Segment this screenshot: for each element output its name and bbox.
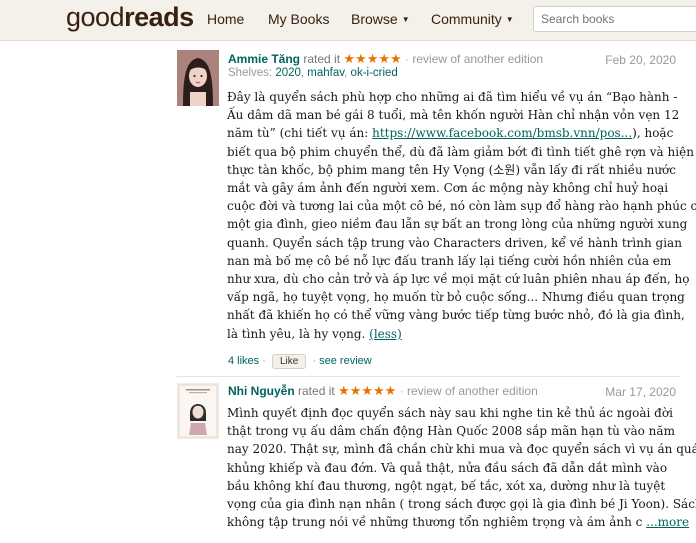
review-line: khủng khiếp và đau đớn. Và quả thật, nửa… <box>227 460 668 475</box>
rated-text: rated it <box>303 52 341 66</box>
see-review-link[interactable]: see review <box>319 355 372 367</box>
chevron-down-icon: ▼ <box>505 15 514 24</box>
chevron-down-icon: ▼ <box>401 15 410 24</box>
review-line: thật trong vụ ấu dâm chấn động Hàn Quốc … <box>227 424 675 439</box>
shelf-link[interactable]: 2020 <box>275 67 301 79</box>
review-line: nhất đã khiến họ có thể vững vàng bước t… <box>227 308 685 323</box>
review-date[interactable]: Feb 20, 2020 <box>605 53 676 67</box>
review-line: vọng của gia đình nạn nhân ( trong sách … <box>227 497 696 512</box>
review-line: như xưa, dù cho cản trở và áp lực về mọi… <box>227 272 690 287</box>
separator: · <box>312 355 317 367</box>
review-line: Đây là quyển sách phù hợp cho những ai đ… <box>227 90 678 104</box>
rated-text: rated it <box>298 384 335 398</box>
review-line: thực tàn khốc, bộ phim mang tên Hy Vọng … <box>227 162 676 177</box>
review-line: biết qua bộ phim chuyển thể, dù đã làm g… <box>227 144 694 159</box>
reviewer-name[interactable]: Ammie Tăng <box>228 52 300 66</box>
logo-light-text: good <box>66 2 125 32</box>
review-line-text: ), hoặc <box>632 126 674 141</box>
avatar[interactable] <box>177 383 219 439</box>
shelves-row: Shelves: 2020, mahfav, ok-i-cried <box>228 67 398 79</box>
less-link[interactable]: (less) <box>369 327 402 341</box>
top-navigation-bar: goodreads Home My Books Browse ▼ Communit… <box>0 0 696 41</box>
facebook-link[interactable]: https://www.facebook.com/bmsb.vnn/pos... <box>372 126 632 140</box>
likes-count[interactable]: 4 likes <box>228 355 259 367</box>
review-line: bầu không khí đau thương, ngột ngạt, bế … <box>227 478 666 493</box>
review-actions: 4 likes · Like · see review <box>228 354 372 369</box>
shelf-link[interactable]: ok-i-cried <box>351 67 398 79</box>
review-line: cuộc đời và tương lai của một cô bé, nó … <box>227 199 696 214</box>
star-rating: ★★★★★ <box>338 383 397 398</box>
star-rating: ★★★★★ <box>343 51 402 66</box>
review-header: Ammie Tăng rated it ★★★★★ · review of an… <box>228 51 543 67</box>
review-line: Mình quyết định đọc quyển sách này sau k… <box>227 406 673 420</box>
goodreads-logo[interactable]: goodreads <box>66 2 194 33</box>
review-text: Đây là quyển sách phù hợp cho những ai đ… <box>227 88 696 343</box>
nav-browse[interactable]: Browse ▼ <box>351 11 410 27</box>
logo-bold-text: reads <box>124 2 194 32</box>
review-text: Mình quyết định đọc quyển sách này sau k… <box>227 404 696 531</box>
separator: · <box>405 52 410 66</box>
review-line: nay 2020. Thật sự, mình đã chần chừ khi … <box>227 442 696 457</box>
more-link[interactable]: ...more <box>646 515 689 529</box>
review-line: không tập trung nói về những thương tổn … <box>227 513 689 531</box>
nav-community[interactable]: Community ▼ <box>431 11 514 27</box>
edition-note[interactable]: review of another edition <box>407 384 538 398</box>
review-line-text: năm tù” (chi tiết vụ án: <box>227 126 373 141</box>
separator: · <box>262 355 266 367</box>
search-input[interactable] <box>533 6 696 32</box>
shelf-link[interactable]: mahfav <box>307 67 344 79</box>
separator: · <box>399 384 404 398</box>
review-line-text: không tập trung nói về những thương tổn … <box>227 515 647 530</box>
review-line: một gia đình, gieo niềm đau lẫn sự bất a… <box>227 217 688 232</box>
review-line-text: là tình yêu, là hy vọng. <box>227 326 370 341</box>
avatar[interactable] <box>177 50 219 106</box>
review-date[interactable]: Mar 17, 2020 <box>605 385 676 399</box>
review-line: mắt và gây ám ảnh đến người xem. Cơn ác … <box>227 181 669 196</box>
edition-note[interactable]: review of another edition <box>412 52 543 66</box>
nav-my-books[interactable]: My Books <box>268 11 329 27</box>
review-line: năm tù” (chi tiết vụ án: https://www.fac… <box>227 124 675 142</box>
review-line: quanh. Quyển sách tập trung vào Characte… <box>227 235 682 250</box>
review-line: vấp ngã, họ tuyệt vọng, họ muốn từ bỏ cu… <box>227 290 685 305</box>
review-line: Ấu dâm dã man bé gái 8 tuổi, mà tên khốn… <box>227 108 680 123</box>
review-divider <box>176 376 680 377</box>
like-button[interactable]: Like <box>271 354 307 369</box>
reviewer-name[interactable]: Nhi Nguyễn <box>228 384 295 398</box>
nav-community-label: Community <box>431 11 502 27</box>
review-line: nan mà bố mẹ cô bé nỗ lực đấu tranh lấy … <box>227 253 672 268</box>
review-header: Nhi Nguyễn rated it ★★★★★ · review of an… <box>228 383 538 399</box>
review-line: là tình yêu, là hy vọng. (less) <box>227 325 675 343</box>
nav-browse-label: Browse <box>351 11 398 27</box>
nav-home[interactable]: Home <box>207 11 244 27</box>
shelves-label: Shelves: <box>228 67 273 79</box>
